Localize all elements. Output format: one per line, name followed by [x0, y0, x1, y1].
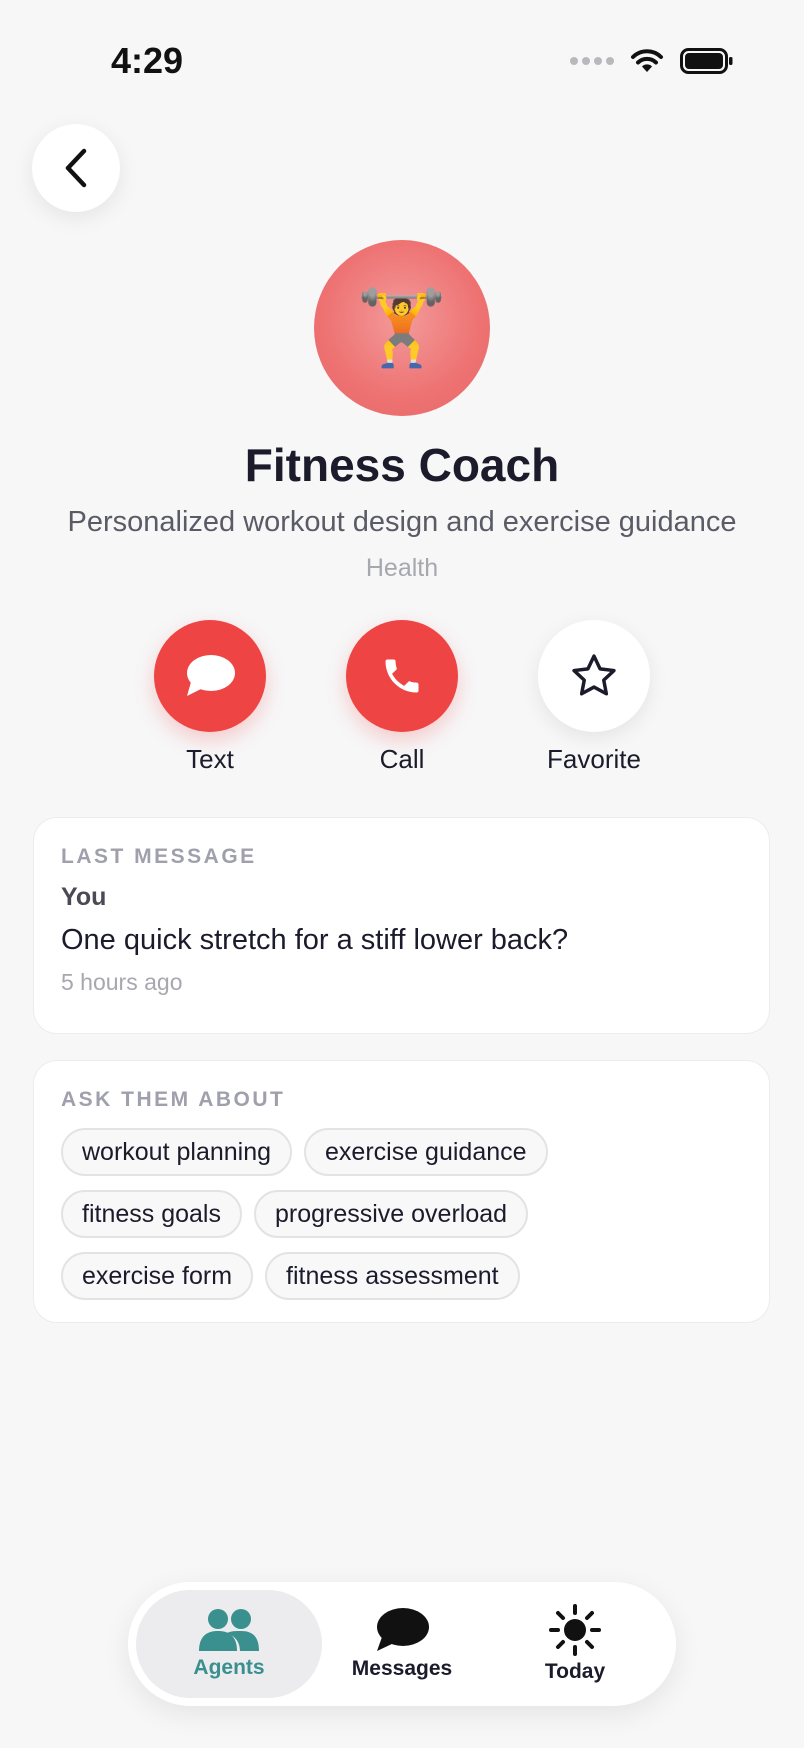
- text-button[interactable]: Text: [135, 620, 285, 775]
- call-button-circle[interactable]: [346, 620, 458, 732]
- star-icon: [572, 654, 616, 696]
- back-button[interactable]: [32, 124, 120, 212]
- topic-chip[interactable]: fitness assessment: [265, 1252, 520, 1300]
- ask-about-heading: ASK THEM ABOUT: [61, 1088, 286, 1111]
- favorite-button[interactable]: Favorite: [519, 620, 669, 775]
- agent-profile-screen: 4:29 🏋️ Fitness Coach Personalized worko…: [0, 0, 804, 1748]
- topic-chip[interactable]: progressive overload: [253, 1190, 529, 1238]
- last-message-heading: LAST MESSAGE: [61, 845, 257, 868]
- wifi-icon: [631, 49, 663, 72]
- signal-icon: [570, 57, 614, 65]
- tab-agents-label: Agents: [193, 1656, 265, 1679]
- topic-chips: workout planning exercise guidance fitne…: [61, 1128, 621, 1300]
- call-button[interactable]: Call: [327, 620, 477, 775]
- call-button-label: Call: [379, 744, 425, 774]
- last-message-card[interactable]: LAST MESSAGE You One quick stretch for a…: [33, 817, 770, 1034]
- weightlifter-icon: 🏋️: [355, 286, 449, 369]
- tab-today-label: Today: [544, 1660, 606, 1683]
- topic-chip[interactable]: fitness goals: [61, 1190, 242, 1238]
- agent-name: Fitness Coach: [244, 439, 560, 491]
- favorite-button-circle[interactable]: [538, 620, 650, 732]
- chevron-left-icon: [65, 148, 87, 188]
- status-time: 4:29: [111, 40, 184, 81]
- last-message-time: 5 hours ago: [61, 969, 183, 995]
- tab-messages-label: Messages: [351, 1657, 453, 1680]
- tab-today[interactable]: Today: [482, 1590, 668, 1698]
- agent-description: Personalized workout design and exercise…: [67, 506, 737, 538]
- last-message-text: One quick stretch for a stiff lower back…: [61, 924, 569, 956]
- sun-icon: [549, 1604, 601, 1656]
- favorite-button-label: Favorite: [547, 744, 641, 774]
- people-icon: [199, 1609, 259, 1651]
- text-button-label: Text: [186, 744, 234, 774]
- tab-agents[interactable]: Agents: [136, 1590, 322, 1698]
- tab-bar: Agents Messages Today: [128, 1582, 676, 1706]
- topic-chip[interactable]: exercise guidance: [304, 1128, 548, 1176]
- topic-chip[interactable]: exercise form: [61, 1252, 254, 1300]
- phone-icon: [385, 659, 419, 693]
- chat-bubble-icon: [187, 655, 235, 696]
- text-button-circle[interactable]: [154, 620, 266, 732]
- status-indicators: [570, 48, 734, 74]
- battery-icon: [680, 48, 733, 74]
- topic-chip[interactable]: workout planning: [61, 1128, 293, 1176]
- ask-about-card: ASK THEM ABOUT workout planning exercise…: [33, 1060, 770, 1323]
- agent-category: Health: [365, 554, 439, 582]
- agent-avatar: 🏋️: [314, 240, 490, 416]
- action-buttons: Text Call Favorite: [0, 620, 804, 780]
- last-message-sender: You: [61, 883, 107, 911]
- tab-messages[interactable]: Messages: [309, 1590, 495, 1698]
- speech-bubble-icon: [377, 1608, 429, 1651]
